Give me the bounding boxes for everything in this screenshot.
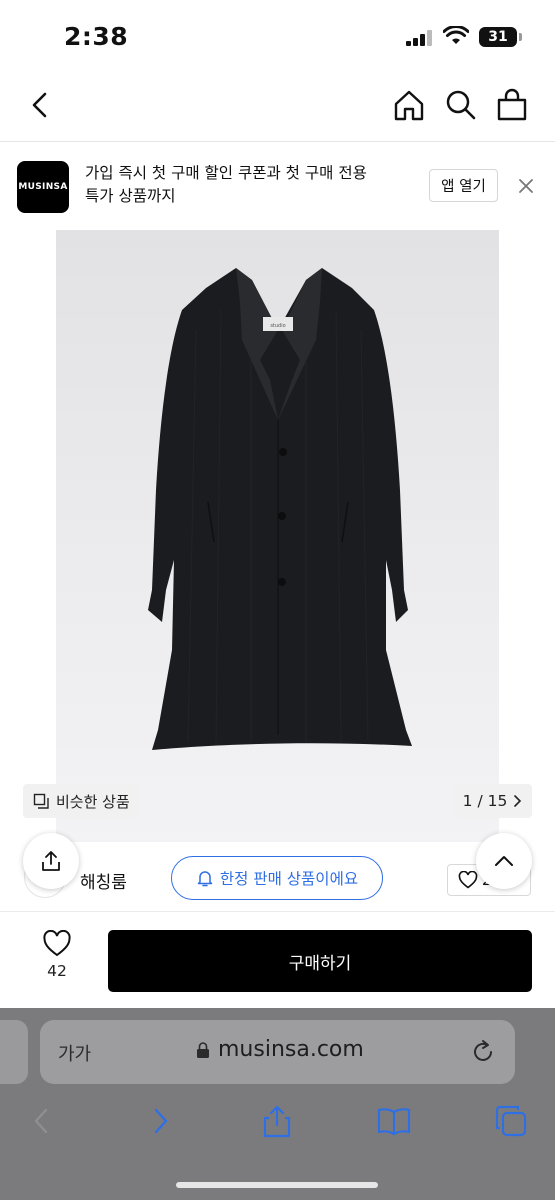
wifi-icon xyxy=(443,26,469,44)
tabs-icon[interactable] xyxy=(494,1104,528,1138)
close-icon[interactable] xyxy=(517,177,535,195)
lock-icon xyxy=(197,1041,209,1058)
product-gallery[interactable]: studio 비슷한 상품 1 / 15 xyxy=(0,230,555,842)
back-icon[interactable] xyxy=(24,88,58,122)
product-photo[interactable]: studio xyxy=(56,230,499,842)
image-pager[interactable]: 1 / 15 xyxy=(453,784,532,818)
similar-icon xyxy=(33,793,49,809)
musinsa-logo: MUSINSA xyxy=(17,161,69,213)
url-display[interactable]: musinsa.com xyxy=(196,1037,364,1062)
open-app-button[interactable]: 앱 열기 xyxy=(429,169,498,202)
search-icon[interactable] xyxy=(444,88,478,122)
scroll-top-button[interactable] xyxy=(476,833,532,889)
safari-back-icon[interactable] xyxy=(25,1104,59,1138)
chevron-right-icon xyxy=(514,795,522,807)
banner-text: 가입 즉시 첫 구매 할인 쿠폰과 첫 구매 전용 특가 상품까지 xyxy=(85,162,415,208)
safari-forward-icon[interactable] xyxy=(144,1104,178,1138)
bag-icon[interactable] xyxy=(495,88,529,122)
app-install-banner: MUSINSA 가입 즉시 첫 구매 할인 쿠폰과 첫 구매 전용 특가 상품까… xyxy=(0,142,555,230)
signal-icon xyxy=(406,30,432,46)
home-icon[interactable] xyxy=(392,88,426,122)
top-nav xyxy=(0,72,555,142)
similar-products-label: 비슷한 상품 xyxy=(56,792,130,811)
text-size-button[interactable]: 가가 xyxy=(58,1040,91,1066)
safari-toolbar: 가가 musinsa.com xyxy=(0,1008,555,1200)
home-indicator xyxy=(176,1182,378,1188)
safari-share-icon[interactable] xyxy=(260,1104,294,1138)
battery-indicator: 31 xyxy=(479,27,522,47)
wishlist-button[interactable]: 42 xyxy=(26,930,88,990)
coat-image: studio xyxy=(148,268,412,750)
pager-text: 1 / 15 xyxy=(462,792,508,810)
coat-label-tag: studio xyxy=(270,323,285,329)
wishlist-count: 42 xyxy=(47,962,67,980)
purchase-bar: 42 구매하기 xyxy=(0,912,555,1008)
share-button[interactable] xyxy=(23,833,79,889)
bell-icon xyxy=(197,871,213,887)
bookmarks-icon[interactable] xyxy=(377,1104,411,1138)
banner-line-2: 특가 상품까지 xyxy=(85,187,176,205)
share-icon xyxy=(42,851,60,871)
status-time: 2:38 xyxy=(64,22,129,51)
heart-icon xyxy=(43,930,71,957)
url-text: musinsa.com xyxy=(218,1037,364,1062)
brand-name[interactable]: 해칭룸 xyxy=(80,868,127,893)
similar-products-button[interactable]: 비슷한 상품 xyxy=(23,784,140,818)
brand-row: 해칭룸 한정 판매 상품이에요 2 xyxy=(0,842,555,912)
heart-icon xyxy=(458,871,478,889)
reload-icon[interactable] xyxy=(470,1039,496,1065)
status-bar: 2:38 31 xyxy=(0,0,555,72)
chevron-up-icon xyxy=(495,856,513,866)
banner-line-1: 가입 즉시 첫 구매 할인 쿠폰과 첫 구매 전용 xyxy=(85,164,367,182)
buy-button[interactable]: 구매하기 xyxy=(108,930,532,992)
limited-sale-label: 한정 판매 상품이에요 xyxy=(219,870,359,888)
previous-tab-preview[interactable] xyxy=(0,1020,28,1084)
address-bar[interactable]: 가가 musinsa.com xyxy=(40,1020,515,1084)
limited-sale-badge[interactable]: 한정 판매 상품이에요 xyxy=(171,856,383,900)
